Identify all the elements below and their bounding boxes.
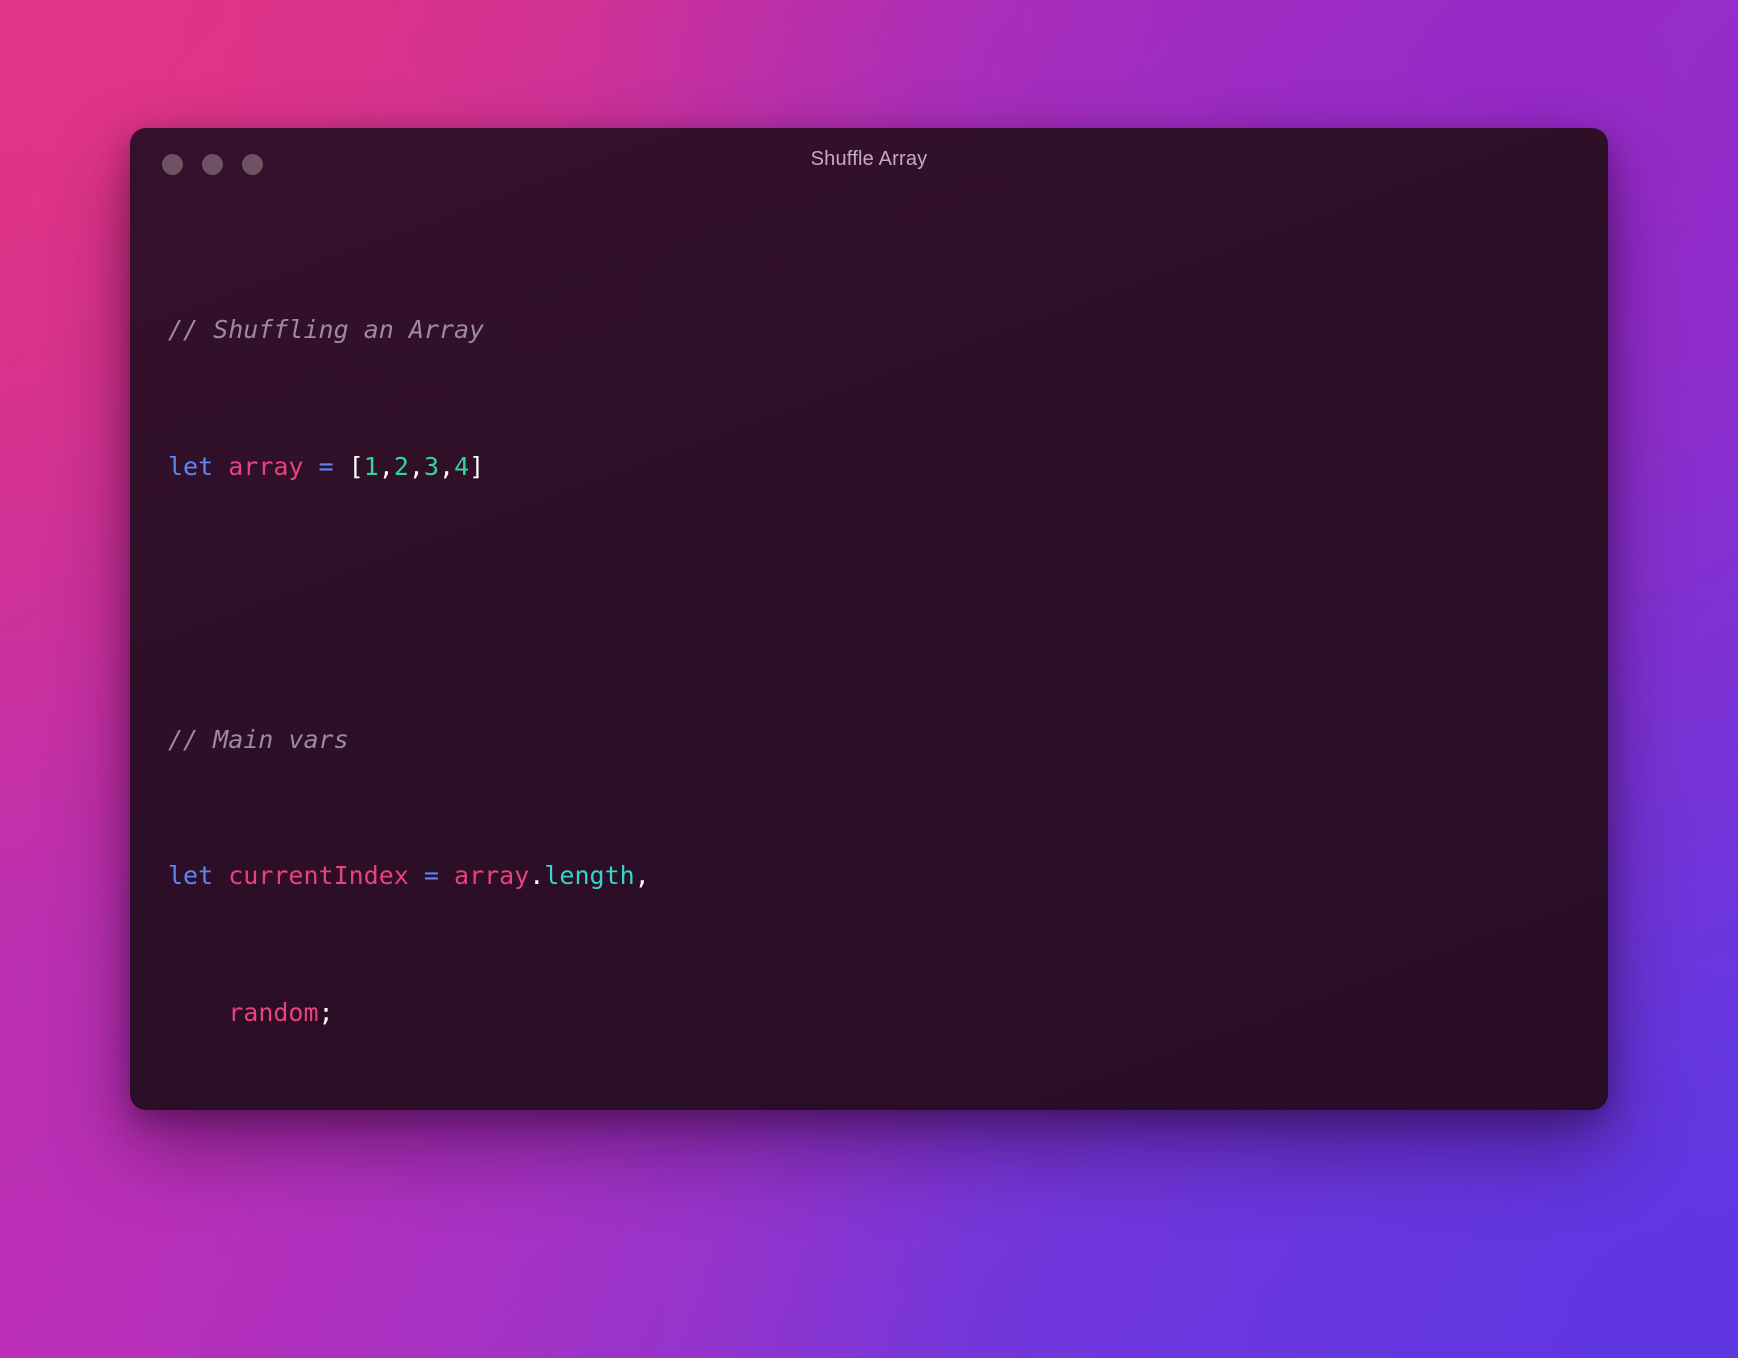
code-line: let currentIndex = array.length,: [168, 861, 650, 890]
window-titlebar: Shuffle Array: [130, 128, 1608, 202]
screenshot-stage: Shuffle Array // Shuffling an Array let …: [0, 0, 1738, 1358]
code-line: let array = [1,2,3,4]: [168, 451, 485, 481]
code-window: Shuffle Array // Shuffling an Array let …: [130, 128, 1608, 1110]
code-line: // Shuffling an Array: [168, 315, 485, 344]
code-editor[interactable]: // Shuffling an Array let array = [1,2,3…: [130, 202, 1608, 1110]
code-line: // Main vars: [168, 724, 349, 754]
code-line: random;: [228, 997, 334, 1027]
window-title: Shuffle Array: [810, 148, 928, 170]
